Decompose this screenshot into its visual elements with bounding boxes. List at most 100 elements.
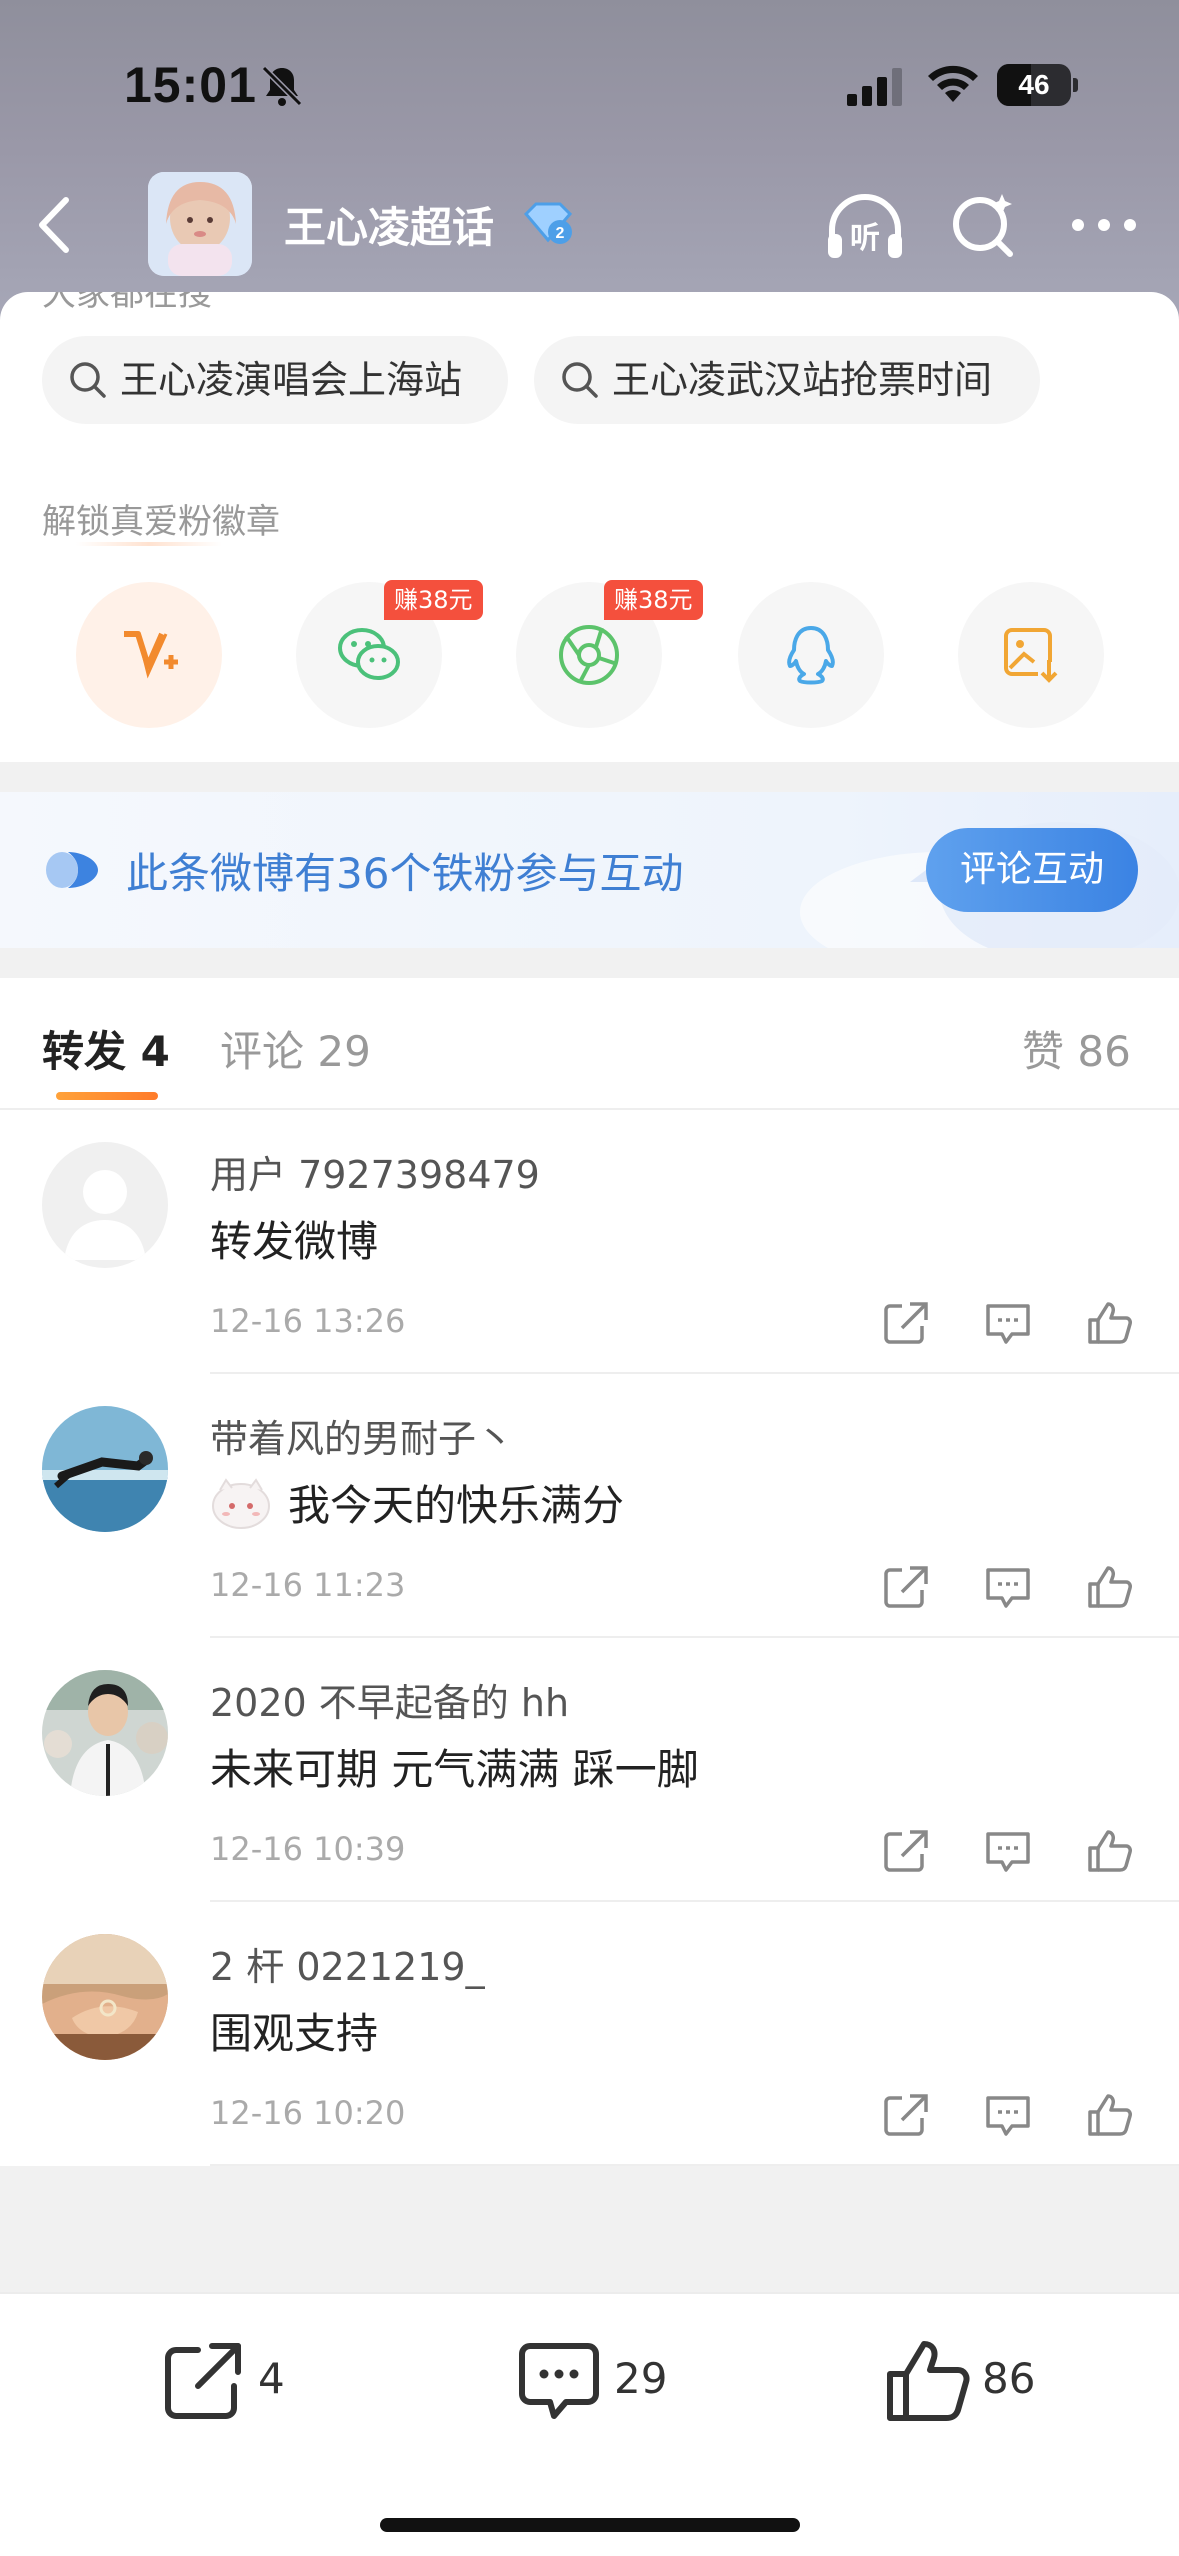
- repost-count: 4: [258, 2354, 285, 2403]
- bottom-action-bar: 4 29 86: [0, 2292, 1179, 2556]
- search-sparkle-icon[interactable]: [948, 188, 1018, 260]
- active-tab-indicator: [56, 1092, 158, 1100]
- chevron-left-icon[interactable]: [26, 190, 86, 260]
- qq-icon: [787, 626, 835, 685]
- avatar-photo: [42, 1934, 168, 2060]
- topic-avatar-image: [148, 172, 252, 276]
- user-name[interactable]: 2020 不早起备的 hh: [210, 1672, 569, 1727]
- thumbs-up-icon: [887, 2341, 970, 2421]
- user-name[interactable]: 带着风的男耐子丶: [210, 1408, 514, 1463]
- list-item: 2020 不早起备的 hh 未来可期 元气满满 踩一脚 12-16 10:39: [0, 1638, 1179, 1902]
- timestamp: 12-16 13:26: [210, 1302, 406, 1340]
- repost-text: 围观支持: [210, 2009, 379, 2058]
- avatar[interactable]: [42, 1142, 168, 1268]
- comment-icon[interactable]: [984, 1828, 1032, 1874]
- hot-search-item[interactable]: 王心凌武汉站抢票时间: [534, 336, 1040, 424]
- avatar[interactable]: [42, 1406, 168, 1532]
- status-time: 15:01: [124, 57, 257, 113]
- moments-icon: [559, 625, 619, 685]
- vplus-icon: [124, 631, 178, 679]
- search-icon: [70, 362, 106, 398]
- home-indicator[interactable]: [380, 2518, 800, 2532]
- earn-reward-tag: 赚38元: [604, 580, 703, 620]
- share-icon[interactable]: [882, 1828, 930, 1874]
- repost-button[interactable]: 4: [158, 2336, 358, 2426]
- list-item: 带着风的男耐子丶 我今天的快乐满分 12-16 11:23: [0, 1374, 1179, 1638]
- hot-search-item[interactable]: 王心凌演唱会上海站: [42, 336, 508, 424]
- avatar[interactable]: [42, 1934, 168, 2060]
- like-button[interactable]: 86: [882, 2336, 1082, 2426]
- avatar[interactable]: [42, 1670, 168, 1796]
- battery-indicator: 46: [997, 64, 1078, 106]
- search-icon: [562, 362, 598, 398]
- tab-comment[interactable]: 评论 29: [220, 1018, 371, 1079]
- fan-badge-icon: [46, 852, 98, 888]
- timestamp: 12-16 10:39: [210, 1830, 406, 1868]
- wechat-icon: [338, 628, 400, 680]
- avatar-photo: [42, 1406, 168, 1532]
- section-divider: [0, 762, 1179, 792]
- hot-search-label: 王心凌武汉站抢票时间: [612, 358, 993, 402]
- like-icon[interactable]: [1086, 1300, 1134, 1346]
- diamond-level-icon: 2: [523, 202, 573, 244]
- interaction-tabs: 转发 4 评论 29 赞 86: [0, 978, 1179, 1110]
- save-image-icon: [1004, 628, 1060, 684]
- badge-section-title: 解锁真爱粉徽章: [42, 502, 280, 542]
- user-name[interactable]: 2 杆 0221219_: [210, 1936, 485, 1991]
- fan-interaction-banner: 此条微博有36个铁粉参与互动 评论互动: [0, 792, 1179, 948]
- ellipsis-icon[interactable]: [1064, 200, 1144, 250]
- tab-like[interactable]: 赞 86: [1022, 1018, 1131, 1079]
- topic-avatar[interactable]: [148, 172, 252, 276]
- cellular-signal-icon: [847, 68, 902, 106]
- share-icon[interactable]: [882, 1564, 930, 1610]
- badge-qq[interactable]: [738, 582, 884, 728]
- page-title: 王心凌超话: [284, 203, 495, 252]
- battery-body: 46: [997, 64, 1071, 106]
- list-item: 2 杆 0221219_ 围观支持 12-16 10:20: [0, 1902, 1179, 2166]
- badge-save-image[interactable]: [958, 582, 1104, 728]
- cat-sticker-icon: [212, 1477, 270, 1529]
- timestamp: 12-16 11:23: [210, 1566, 406, 1604]
- list-footer-space: [0, 2166, 1179, 2292]
- battery-percent: 46: [1018, 69, 1050, 100]
- list-item: 用户 7927398479 转发微博 12-16 13:26: [0, 1110, 1179, 1374]
- status-bar: 15:01 46: [0, 0, 1179, 150]
- badge-selection-line: [76, 542, 222, 546]
- repost-text: 转发微博: [210, 1217, 379, 1266]
- like-icon[interactable]: [1086, 2092, 1134, 2138]
- avatar-photo: [42, 1670, 168, 1796]
- svg-text:2: 2: [556, 225, 565, 242]
- repost-text: 未来可期 元气满满 踩一脚: [210, 1745, 699, 1794]
- bell-muted-icon: [261, 65, 303, 107]
- battery-cap: [1073, 78, 1078, 92]
- repost-text: 我今天的快乐满分: [288, 1481, 625, 1530]
- share-icon[interactable]: [882, 2092, 930, 2138]
- listen-label: 听: [850, 221, 880, 256]
- hot-search-label: 王心凌演唱会上海站: [120, 358, 463, 402]
- earn-reward-tag: 赚38元: [384, 580, 483, 620]
- like-icon[interactable]: [1086, 1828, 1134, 1874]
- like-icon[interactable]: [1086, 1564, 1134, 1610]
- hot-search-section-title: 大家都在搜: [42, 292, 212, 314]
- timestamp: 12-16 10:20: [210, 2094, 406, 2132]
- comment-icon[interactable]: [984, 1300, 1032, 1346]
- comment-icon: [519, 2343, 599, 2419]
- repost-content: 我今天的快乐满分: [210, 1472, 624, 1533]
- comment-interact-button[interactable]: 评论互动: [926, 828, 1138, 912]
- share-icon[interactable]: [882, 1300, 930, 1346]
- like-count: 86: [982, 2354, 1036, 2403]
- comment-button[interactable]: 29: [514, 2336, 714, 2426]
- badge-vplus[interactable]: [76, 582, 222, 728]
- fan-interaction-text: 此条微博有36个铁粉参与互动: [126, 849, 684, 898]
- nav-bar: 王心凌超话 2 听: [0, 160, 1179, 290]
- tab-repost[interactable]: 转发 4: [42, 1018, 170, 1079]
- user-name[interactable]: 用户 7927398479: [210, 1144, 540, 1199]
- wifi-icon: [928, 65, 978, 102]
- hot-search-card: 大家都在搜 王心凌演唱会上海站 王心凌武汉站抢票时间 解锁真爱粉徽章 赚38元 …: [0, 292, 1179, 762]
- section-divider: [0, 948, 1179, 978]
- repost-icon: [165, 2343, 241, 2419]
- comment-icon[interactable]: [984, 1564, 1032, 1610]
- comment-icon[interactable]: [984, 2092, 1032, 2138]
- listen-headphones-icon[interactable]: 听: [822, 190, 908, 262]
- comment-count: 29: [614, 2354, 668, 2403]
